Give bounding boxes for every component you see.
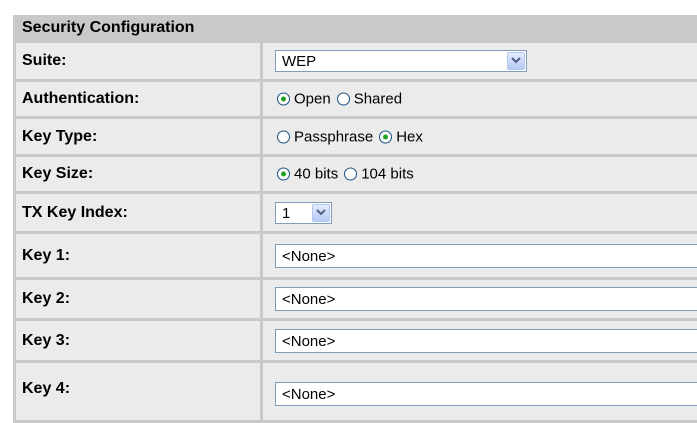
section-header: Security Configuration <box>13 15 697 43</box>
row-key-4: Key 4: <None> <box>13 363 697 423</box>
row-key-3: Key 3: <None> <box>13 321 697 363</box>
suite-select[interactable]: WEP <box>275 50 527 72</box>
suite-label: Suite: <box>22 52 67 69</box>
key-type-label: Key Type: <box>22 127 98 145</box>
row-tx-key-index: TX Key Index: 1 <box>13 194 697 234</box>
row-key-size: Key Size: 40 bits 104 bits <box>13 157 697 194</box>
key-type-passphrase-radio[interactable]: Passphrase <box>277 128 373 145</box>
key-4-label: Key 4: <box>22 380 71 397</box>
key-2-label: Key 2: <box>22 290 71 307</box>
key-1-input[interactable]: <None> <box>275 243 697 268</box>
key-size-label: Key Size: <box>22 165 94 182</box>
suite-value: WEP <box>282 53 317 70</box>
authentication-radio-group: Open Shared <box>277 91 408 108</box>
row-suite: Suite: WEP <box>13 43 697 82</box>
row-key-1: Key 1: <None> <box>13 234 697 280</box>
key-type-hex-radio[interactable]: Hex <box>379 128 423 145</box>
key-1-label: Key 1: <box>22 246 71 264</box>
key-4-input[interactable]: <None> <box>275 382 697 406</box>
tx-key-index-select[interactable]: 1 <box>275 201 332 224</box>
key-size-40-radio[interactable]: 40 bits <box>277 166 338 183</box>
key-3-input[interactable]: <None> <box>275 328 697 353</box>
row-authentication: Authentication: Open Shared <box>13 82 697 119</box>
key-2-input[interactable]: <None> <box>275 287 697 311</box>
key-size-radio-group: 40 bits 104 bits <box>277 166 420 183</box>
chevron-down-icon[interactable] <box>507 52 525 70</box>
section-title: Security Configuration <box>22 19 195 36</box>
authentication-label: Authentication: <box>22 90 140 107</box>
tx-key-index-label: TX Key Index: <box>22 203 128 221</box>
row-key-2: Key 2: <None> <box>13 280 697 321</box>
chevron-down-icon[interactable] <box>312 203 330 222</box>
authentication-shared-radio[interactable]: Shared <box>336 91 402 108</box>
key-type-radio-group: Passphrase Hex <box>277 128 429 145</box>
authentication-open-radio[interactable]: Open <box>277 91 331 108</box>
row-key-type: Key Type: Passphrase Hex <box>13 119 697 157</box>
key-size-104-radio[interactable]: 104 bits <box>344 166 414 183</box>
tx-key-index-value: 1 <box>282 204 291 222</box>
security-configuration-panel: Security Configuration Suite: WEP Authen… <box>13 15 697 423</box>
key-3-label: Key 3: <box>22 331 71 349</box>
